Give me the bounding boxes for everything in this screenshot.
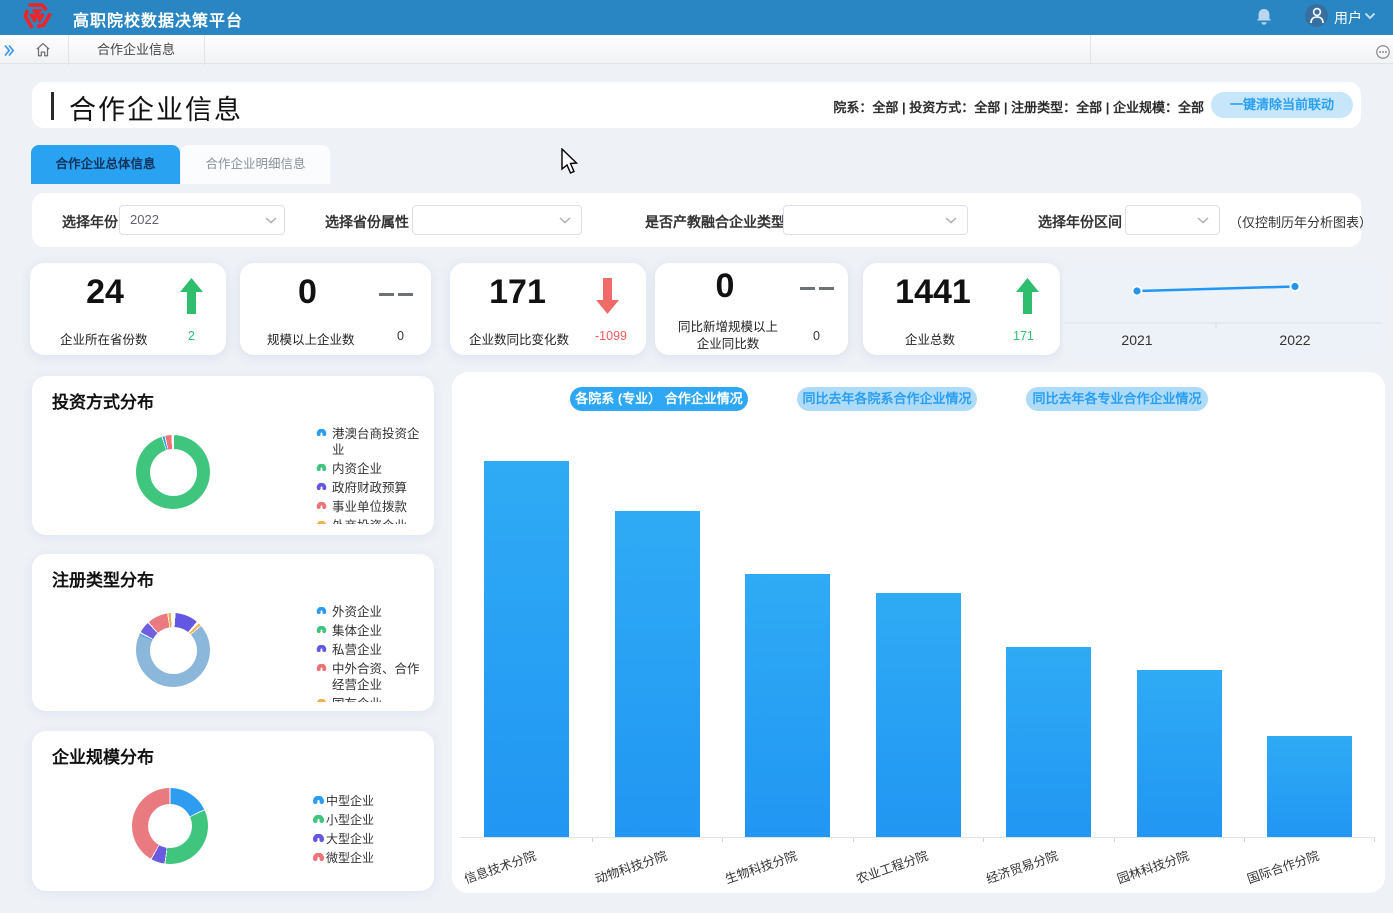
svg-text:2021: 2021 — [1121, 332, 1152, 348]
svg-text:2022: 2022 — [1279, 332, 1310, 348]
